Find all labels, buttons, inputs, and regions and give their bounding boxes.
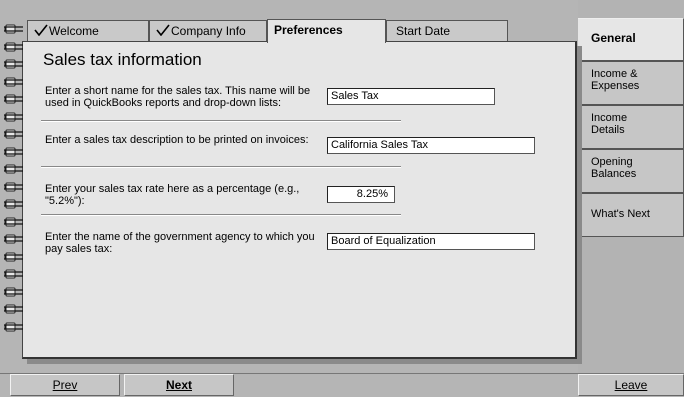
binding-ring-icon [3, 145, 25, 157]
description-label: Enter a sales tax description to be prin… [45, 134, 309, 146]
tax-rate-input[interactable]: 8.25% [327, 186, 395, 203]
tab-welcome[interactable]: Welcome [27, 20, 149, 42]
tab-label: Start Date [396, 24, 451, 38]
leave-button[interactable]: Leave [578, 374, 684, 396]
divider [41, 214, 401, 216]
tab-label: Company Info [171, 24, 246, 38]
side-tab-label: Opening Balances [591, 156, 637, 180]
binding-ring-icon [3, 302, 25, 314]
divider [41, 120, 401, 122]
agency-label: Enter the name of the government agency … [45, 231, 315, 255]
binding-ring-icon [3, 40, 25, 52]
short-name-label: Enter a short name for the sales tax. Th… [45, 85, 311, 109]
tab-start-date[interactable]: Start Date [386, 20, 508, 42]
side-tab-opening-balances[interactable]: Opening Balances [578, 149, 684, 193]
next-button[interactable]: Next [124, 374, 234, 396]
tab-label: Welcome [49, 24, 99, 38]
tab-preferences[interactable]: Preferences [267, 19, 386, 43]
leave-label: Leave [614, 378, 648, 392]
side-tab-whats-next[interactable]: What's Next [578, 193, 684, 237]
binding-ring-icon [3, 162, 25, 174]
checkmark-icon [156, 24, 170, 36]
interview-window: Welcome Company Info Preferences Start D… [0, 0, 684, 397]
description-input[interactable]: California Sales Tax [327, 137, 535, 154]
short-name-input[interactable]: Sales Tax [327, 88, 495, 105]
agency-input[interactable]: Board of Equalization [327, 233, 535, 250]
binding-ring-icon [3, 250, 25, 262]
side-tab-label: What's Next [591, 208, 650, 220]
notebook-spine [3, 22, 25, 352]
binding-ring-icon [3, 215, 25, 227]
tab-label: Preferences [274, 23, 343, 37]
next-label: Next [165, 378, 192, 392]
binding-ring-icon [3, 197, 25, 209]
tax-rate-label: Enter your sales tax rate here as a perc… [45, 183, 300, 207]
binding-ring-icon [3, 22, 25, 34]
side-tab-label: Income Details [591, 112, 628, 136]
side-tab-general[interactable]: General [578, 18, 684, 61]
binding-ring-icon [3, 180, 25, 192]
prev-button[interactable]: Prev [10, 374, 120, 396]
binding-ring-icon [3, 267, 25, 279]
page-title: Sales tax information [43, 50, 202, 69]
checkmark-icon [34, 24, 48, 36]
side-tab-income-details[interactable]: Income Details [578, 105, 684, 149]
divider [41, 166, 401, 168]
tab-company-info[interactable]: Company Info [149, 20, 267, 42]
sales-tax-panel: Sales tax information Enter a short name… [22, 41, 577, 359]
side-tab-income-expenses[interactable]: Income & Expenses [578, 61, 684, 105]
binding-ring-icon [3, 127, 25, 139]
binding-ring-icon [3, 92, 25, 104]
binding-ring-icon [3, 75, 25, 87]
side-tab-label: Income & Expenses [591, 68, 640, 92]
side-tab-label: General [591, 31, 636, 45]
binding-ring-icon [3, 57, 25, 69]
binding-ring-icon [3, 285, 25, 297]
binding-ring-icon [3, 232, 25, 244]
binding-ring-icon [3, 320, 25, 332]
binding-ring-icon [3, 110, 25, 122]
prev-label: Prev [52, 378, 78, 392]
